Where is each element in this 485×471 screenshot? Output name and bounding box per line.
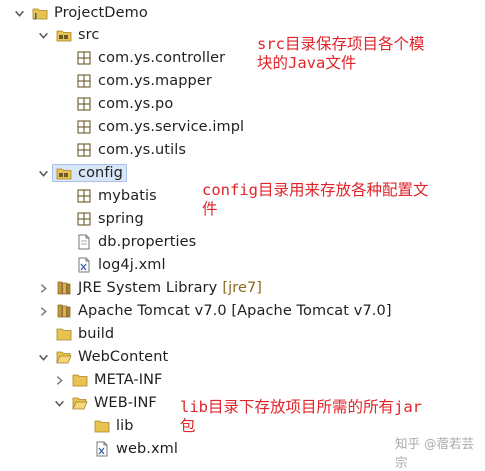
chevron-down-icon[interactable] <box>12 6 26 20</box>
tree-label-file: log4j.xml <box>98 257 166 273</box>
project-folder-icon: J <box>32 5 48 21</box>
tree-label-web-inf: WEB-INF <box>94 395 157 411</box>
tree-label-jre: JRE System Library <box>78 280 218 296</box>
source-folder-icon <box>56 165 72 181</box>
tree-label-build: build <box>78 326 115 342</box>
chevron-down-icon[interactable] <box>36 28 50 42</box>
annotation-src-note: src目录保存项目各个模 块的Java文件 <box>257 35 425 72</box>
svg-text:J: J <box>34 12 38 20</box>
library-icon <box>56 280 72 296</box>
tree-label-package: com.ys.controller <box>98 50 226 66</box>
package-icon <box>76 119 92 135</box>
tree-label-package: mybatis <box>98 188 157 204</box>
tree-label-package: com.ys.po <box>98 96 174 112</box>
watermark: 知乎 @蓿若芸宗 <box>395 436 474 470</box>
tree-label-package: com.ys.service.impl <box>98 119 245 135</box>
folder-icon <box>56 326 72 342</box>
tree-label-web-xml: web.xml <box>116 441 179 457</box>
package-icon <box>76 142 92 158</box>
selection-highlight: config <box>52 164 127 182</box>
tree-node-file[interactable]: log4j.xml <box>76 254 166 276</box>
tree-label-package: com.ys.utils <box>98 142 187 158</box>
tree-node-lib[interactable]: lib <box>94 415 134 437</box>
chevron-right-icon[interactable] <box>52 373 66 387</box>
tree-label-project: ProjectDemo <box>54 5 148 21</box>
chevron-down-icon[interactable] <box>52 396 66 410</box>
tree-node-project[interactable]: J ProjectDemo <box>12 2 148 24</box>
chevron-down-icon[interactable] <box>36 166 50 180</box>
tree-label-file: db.properties <box>98 234 197 250</box>
tree-node-web-xml[interactable]: web.xml <box>94 438 178 460</box>
tree-node-jre[interactable]: JRE System Library [jre7] <box>36 277 262 299</box>
tree-node-config[interactable]: config <box>36 162 127 184</box>
tree-node-package[interactable]: com.ys.mapper <box>76 70 212 92</box>
tree-label-package: com.ys.mapper <box>98 73 212 89</box>
annotation-lib-note: lib目录下存放项目所需的所有jar 包 <box>180 398 422 435</box>
tree-node-meta-inf[interactable]: META-INF <box>52 369 163 391</box>
tree-node-src[interactable]: src <box>36 24 99 46</box>
source-folder-icon <box>56 27 72 43</box>
tree-label-package: spring <box>98 211 144 227</box>
tree-node-package[interactable]: com.ys.service.impl <box>76 116 244 138</box>
tree-node-package[interactable]: com.ys.utils <box>76 139 186 161</box>
tree-node-package[interactable]: com.ys.controller <box>76 47 225 69</box>
package-icon <box>76 211 92 227</box>
tree-node-package[interactable]: com.ys.po <box>76 93 173 115</box>
chevron-right-icon[interactable] <box>36 304 50 318</box>
tree-label-tomcat: Apache Tomcat v7.0 [Apache Tomcat v7.0] <box>78 303 392 319</box>
chevron-down-icon[interactable] <box>36 350 50 364</box>
tree-label-webcontent: WebContent <box>78 349 169 365</box>
package-icon <box>76 73 92 89</box>
folder-open-icon <box>72 395 88 411</box>
tree-node-package[interactable]: mybatis <box>76 185 157 207</box>
tree-label-jre-tag: [jre7] <box>222 280 263 296</box>
tree-label-config: config <box>78 165 123 181</box>
xml-file-icon <box>76 257 92 273</box>
package-icon <box>76 96 92 112</box>
xml-file-icon <box>94 441 110 457</box>
tree-label-lib: lib <box>116 418 134 434</box>
properties-file-icon <box>76 234 92 250</box>
chevron-right-icon[interactable] <box>36 281 50 295</box>
tree-node-web-inf[interactable]: WEB-INF <box>52 392 157 414</box>
library-icon <box>56 303 72 319</box>
folder-icon <box>72 372 88 388</box>
package-icon <box>76 188 92 204</box>
tree-label-meta-inf: META-INF <box>94 372 163 388</box>
folder-icon <box>94 418 110 434</box>
folder-open-icon <box>56 349 72 365</box>
tree-label-src: src <box>78 27 100 43</box>
annotation-config-note: config目录用来存放各种配置文 件 <box>202 181 429 218</box>
tree-node-webcontent[interactable]: WebContent <box>36 346 168 368</box>
tree-node-tomcat[interactable]: Apache Tomcat v7.0 [Apache Tomcat v7.0] <box>36 300 392 322</box>
tree-node-build[interactable]: build <box>56 323 114 345</box>
package-icon <box>76 50 92 66</box>
tree-node-package[interactable]: spring <box>76 208 144 230</box>
tree-node-file[interactable]: db.properties <box>76 231 196 253</box>
